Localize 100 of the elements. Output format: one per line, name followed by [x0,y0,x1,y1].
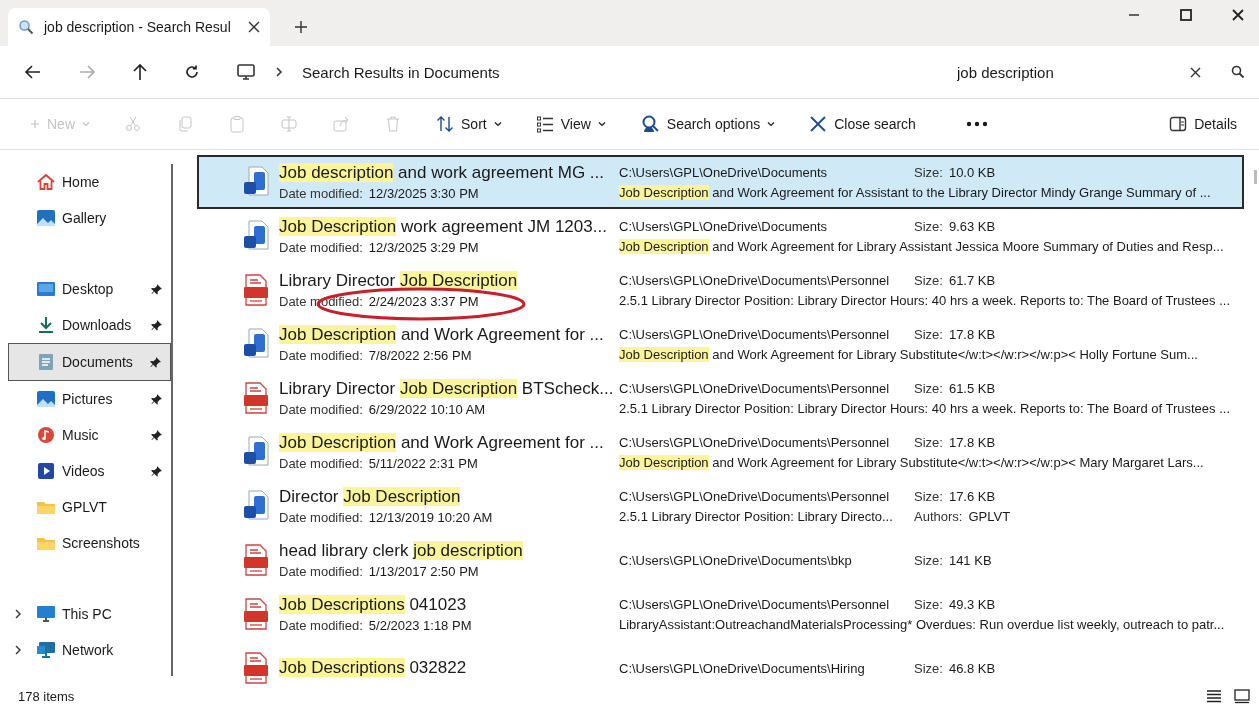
video-icon [36,462,56,480]
tab-title: job description - Search Resul [44,19,232,35]
sidebar-item[interactable]: Music [0,417,171,453]
size-value: 17.8 KB [948,326,996,342]
sidebar-item[interactable]: Pictures [0,381,171,417]
word-document-icon [243,490,269,522]
pin-icon[interactable] [151,319,163,331]
search-field[interactable]: job description [955,62,1174,82]
word-document-icon [243,166,269,198]
date-value: 1/13/2017 2:50 PM [368,564,479,579]
file-row[interactable] [197,155,1244,209]
sidebar-item[interactable]: Videos [0,453,171,489]
file-name[interactable]: head library clerk job description [279,541,617,561]
large-icons-view-icon[interactable] [1233,688,1251,704]
scissors-icon [124,115,142,133]
sidebar-item[interactable]: Network [0,632,171,668]
file-name[interactable]: Job Descriptions 032822 [279,658,617,678]
size-label: Size: [914,380,943,396]
file-name[interactable]: Library Director Job Description BTScheck... [279,379,617,399]
sidebar-item[interactable]: GPLVT [0,489,171,525]
details-pane-icon [1169,116,1188,132]
breadcrumb-location[interactable]: Search Results in Documents [302,63,500,81]
maximize-icon[interactable] [1179,8,1193,22]
date-value: 6/29/2022 10:10 AM [368,402,486,417]
file-name[interactable]: Job Descriptions 041023 [279,595,617,615]
more-icon [965,121,988,127]
close-search-button[interactable]: Close search [801,109,924,139]
sidebar-item[interactable]: Home [0,164,171,200]
file-row[interactable]: Job Descriptions 032822 C:\Users\GPL\OneDrive\Documents\Hiring Size: 46.8 KB [197,641,1244,684]
pdf-document-icon [243,544,269,576]
copy-icon [176,115,194,133]
pin-icon[interactable] [151,429,163,441]
file-name[interactable]: Job Description and Work Agreement for ... [279,325,617,345]
view-icon [535,115,554,133]
sort-icon [436,115,454,133]
date-label: Date modified: [279,510,363,525]
size-label: Size: [914,488,943,504]
details-button[interactable]: Details [1161,110,1245,138]
file-row[interactable]: head library clerk job description Date modified: 1/13/2017 2:50 PM C:\Users\GPL\OneDrive\Documents\bkp Size: 141 KB [197,533,1244,587]
close-icon[interactable] [1231,8,1245,22]
search-options-button[interactable]: Search options [631,108,784,140]
date-label: Date modified: [279,456,363,471]
clipboard-icon [228,115,246,133]
search-icon [18,19,34,35]
file-row[interactable]: Director Job Description Date modified: 12/13/2019 10:20 AM C:\Users\GPL\OneDrive\Documents\Personnel Size: 17.6 KB 2.5.1 Library Director Position: Library Directo... Authors: GPLVT [197,479,1244,533]
search-icon[interactable] [1231,65,1245,79]
date-value: 2/24/2023 3:37 PM [368,294,479,309]
size-label: Size: [914,552,943,568]
monitor-icon [36,605,56,623]
file-name[interactable]: Library Director Job Description [279,271,617,291]
close-icon[interactable] [248,21,260,33]
size-value: 9.63 KB [948,218,996,234]
up-arrow-icon[interactable] [132,63,148,81]
size-value: 61.7 KB [948,272,996,288]
pin-icon[interactable] [151,465,163,477]
sort-button[interactable]: Sort [428,109,510,139]
close-icon [809,115,828,133]
pin-icon[interactable] [151,393,163,405]
sidebar-item[interactable]: Screenshots [0,525,171,561]
pin-icon[interactable] [150,356,162,368]
content-snippet: Job Description and Work Agreement for Assistant to the Library Director Mindy Grange Summary of ... [619,184,1212,200]
pin-icon[interactable] [151,283,163,295]
view-button[interactable]: View [527,109,614,139]
file-path: C:\Users\GPL\OneDrive\Documents [619,218,829,234]
file-name[interactable]: Job description and work agreement MG ... [279,163,617,183]
sidebar-item[interactable]: This PC [0,596,171,632]
file-name[interactable]: Job Description and Work Agreement for ... [279,433,617,453]
date-label: Date modified: [279,564,363,579]
pdf-document-icon [243,382,269,414]
date-value: 5/11/2022 2:31 PM [368,456,478,471]
size-label: Size: [914,272,943,288]
size-label: Size: [914,218,943,234]
sidebar-item[interactable]: Documents [8,343,171,381]
clear-icon[interactable] [1190,66,1201,78]
size-label: Size: [914,164,943,180]
item-count: 178 items [18,688,75,704]
content-snippet: LibraryAssistant:OutreachandMaterialsProcessing* Overdues: Run overdue list weekly, outreach to patr... [619,616,1226,632]
sidebar-item[interactable]: Desktop [0,271,171,307]
file-name[interactable]: Job Description work agreement JM 1203... [279,217,617,237]
file-path: C:\Users\GPL\OneDrive\Documents\Hiring [619,660,866,676]
file-name[interactable]: Director Job Description [279,487,617,507]
new-tab-icon[interactable] [294,20,308,34]
chevron-right-icon[interactable] [14,645,22,655]
sidebar-item[interactable]: Gallery [0,200,171,236]
details-view-icon[interactable] [1205,688,1223,704]
back-arrow-icon[interactable] [24,64,42,80]
sidebar-item[interactable]: Downloads [0,307,171,343]
size-label: Size: [914,596,943,612]
file-path: C:\Users\GPL\OneDrive\Documents\Personnel [619,380,891,396]
date-label: Date modified: [279,348,363,363]
chevron-right-icon[interactable] [14,609,22,619]
chevron-right-icon[interactable] [274,66,284,78]
network-icon [36,641,56,659]
monitor-icon[interactable] [236,63,256,81]
content-snippet: 2.5.1 Library Director Position: Library Director Hours: 40 hrs a week. Reports to: The Board of Trustees ... [619,400,1232,416]
browser-tab[interactable]: job description - Search Resul [8,8,270,46]
refresh-icon[interactable] [184,64,200,80]
content-snippet: Job Description and Work Agreement for Library Assistant Jessica Moore Summary of Duties and Resp... [619,238,1225,254]
pdf-document-icon [243,652,269,684]
pdf-document-icon [243,274,269,306]
